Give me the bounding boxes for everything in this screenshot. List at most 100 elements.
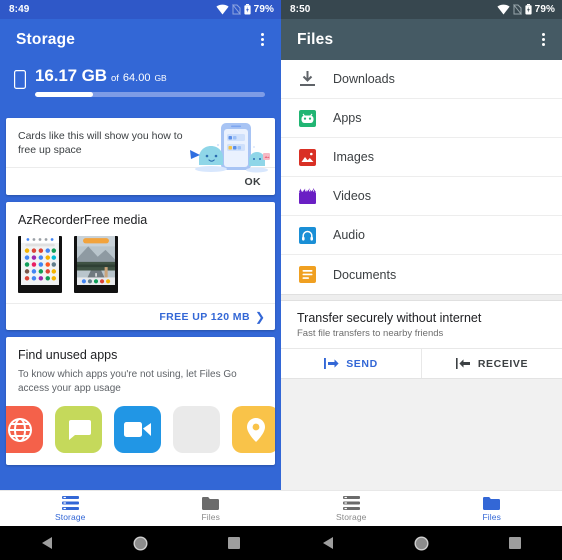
phone-icon	[14, 70, 27, 94]
file-row-audio[interactable]: Audio	[281, 216, 562, 255]
storage-list-icon	[61, 495, 79, 510]
video-clapper-icon	[298, 187, 316, 205]
location-app-icon[interactable]	[232, 406, 275, 453]
storage-cards-list[interactable]: Cards like this will show you how to fre…	[0, 110, 281, 490]
nav-label-storage: Storage	[55, 511, 86, 522]
battery-percent: 79%	[253, 4, 274, 15]
sim-off-icon	[231, 4, 241, 15]
transfer-title: Transfer securely without internet	[297, 311, 482, 325]
send-button[interactable]: SEND	[281, 349, 422, 378]
status-icons: 79%	[497, 4, 555, 15]
storage-amount-line: 16.17 GB of 64.00 GB	[35, 66, 265, 86]
unused-apps-card: Find unused apps To know which apps you'…	[6, 337, 275, 465]
dual-screenshot-container: 8:49 79% Storage 16.17 GB of 64.00 GB Ca…	[0, 0, 562, 560]
nav-label-storage: Storage	[336, 511, 367, 522]
file-row-downloads[interactable]: Downloads	[281, 60, 562, 99]
video-app-icon[interactable]	[114, 406, 161, 453]
media-card-title: AzRecorderFree media	[18, 213, 148, 227]
page-title: Files	[297, 30, 334, 48]
right-phone-screen: 8:50 79% Files Downloads Apps Images Vid…	[281, 0, 562, 560]
kebab-menu-icon[interactable]	[538, 28, 549, 52]
receive-label: RECEIVE	[477, 357, 529, 370]
storage-total-unit: GB	[154, 73, 167, 83]
file-row-documents[interactable]: Documents	[281, 255, 562, 294]
blank-app-icon[interactable]	[173, 406, 220, 453]
file-label: Videos	[333, 189, 371, 203]
storage-of-label: of	[110, 73, 119, 84]
free-up-button[interactable]: FREE UP 120 MB	[159, 311, 250, 323]
thumbnail-app-drawer[interactable]	[18, 236, 62, 293]
page-title: Storage	[16, 30, 76, 48]
status-time: 8:49	[9, 4, 30, 15]
headphones-icon	[298, 226, 316, 244]
file-label: Documents	[333, 267, 397, 282]
sim-off-icon	[512, 4, 522, 15]
unused-apps-description: To know which apps you're not using, let…	[18, 369, 237, 394]
receive-button[interactable]: RECEIVE	[422, 349, 562, 378]
sidebar-item-files[interactable]: Files	[141, 491, 282, 526]
storage-used: 16.17 GB	[35, 66, 107, 85]
right-bottom-nav: Storage Files	[281, 490, 562, 526]
unused-apps-title: Find unused apps	[18, 348, 118, 362]
media-card-body: AzRecorderFree media	[6, 202, 275, 303]
image-icon	[298, 148, 316, 166]
media-thumbnails	[18, 236, 263, 293]
sidebar-item-storage[interactable]: Storage	[0, 491, 141, 526]
right-status-bar: 8:50 79%	[281, 0, 562, 19]
left-app-bar: Storage	[0, 19, 281, 60]
folder-icon	[483, 496, 501, 510]
document-lines-icon	[298, 266, 316, 284]
nav-label-files: Files	[482, 511, 501, 522]
download-icon	[298, 70, 316, 88]
section-divider	[281, 294, 562, 301]
storage-total: 64.00	[122, 72, 151, 84]
storage-summary-text: 16.17 GB of 64.00 GB	[35, 66, 265, 97]
recents-square-icon[interactable]	[211, 526, 257, 560]
left-system-nav-bar	[0, 526, 281, 560]
status-time: 8:50	[290, 4, 311, 15]
file-label: Downloads	[333, 72, 395, 86]
storage-progress-bar	[35, 92, 265, 97]
unused-apps-body: Find unused apps To know which apps you'…	[6, 337, 275, 465]
home-circle-icon[interactable]	[398, 526, 444, 560]
file-row-apps[interactable]: Apps	[281, 99, 562, 138]
send-arrow-icon	[324, 358, 339, 369]
wifi-icon	[497, 4, 510, 15]
sidebar-item-storage[interactable]: Storage	[281, 491, 422, 526]
battery-icon	[244, 4, 251, 15]
file-label: Apps	[333, 111, 362, 125]
thumbnail-mountain-road[interactable]	[74, 236, 118, 293]
promo-card-text: Cards like this will show you how to fre…	[18, 130, 183, 156]
left-bottom-nav: Storage Files	[0, 490, 281, 526]
phone-with-mascots-illustration	[185, 120, 271, 187]
right-system-nav-bar	[281, 526, 562, 560]
media-card: AzRecorderFree media FREE UP 120 MB ❯	[6, 202, 275, 330]
status-icons: 79%	[216, 4, 274, 15]
file-categories-list: Downloads Apps Images Videos Audio Docum…	[281, 60, 562, 294]
transfer-card-header: Transfer securely without internet Fast …	[281, 301, 562, 348]
left-phone-screen: 8:49 79% Storage 16.17 GB of 64.00 GB Ca…	[0, 0, 281, 560]
promo-card-body: Cards like this will show you how to fre…	[6, 118, 275, 173]
back-triangle-icon[interactable]	[305, 526, 351, 560]
home-circle-icon[interactable]	[117, 526, 163, 560]
right-app-bar: Files	[281, 19, 562, 60]
file-label: Images	[333, 150, 374, 164]
messages-app-icon[interactable]	[55, 406, 102, 453]
back-triangle-icon[interactable]	[24, 526, 70, 560]
browser-app-icon[interactable]	[6, 406, 43, 453]
sidebar-item-files[interactable]: Files	[422, 491, 562, 526]
kebab-menu-icon[interactable]	[257, 28, 268, 52]
receive-arrow-icon	[455, 358, 470, 369]
transfer-subtitle: Fast file transfers to nearby friends	[297, 328, 444, 339]
android-apps-icon	[298, 109, 316, 127]
battery-percent: 79%	[534, 4, 555, 15]
transfer-card: Transfer securely without internet Fast …	[281, 301, 562, 378]
file-row-videos[interactable]: Videos	[281, 177, 562, 216]
recents-square-icon[interactable]	[492, 526, 538, 560]
send-label: SEND	[346, 357, 378, 370]
media-card-actions: FREE UP 120 MB ❯	[6, 303, 275, 330]
app-icon-row[interactable]	[6, 406, 275, 455]
file-row-images[interactable]: Images	[281, 138, 562, 177]
storage-progress-fill	[35, 92, 93, 97]
nav-label-files: Files	[201, 511, 220, 522]
